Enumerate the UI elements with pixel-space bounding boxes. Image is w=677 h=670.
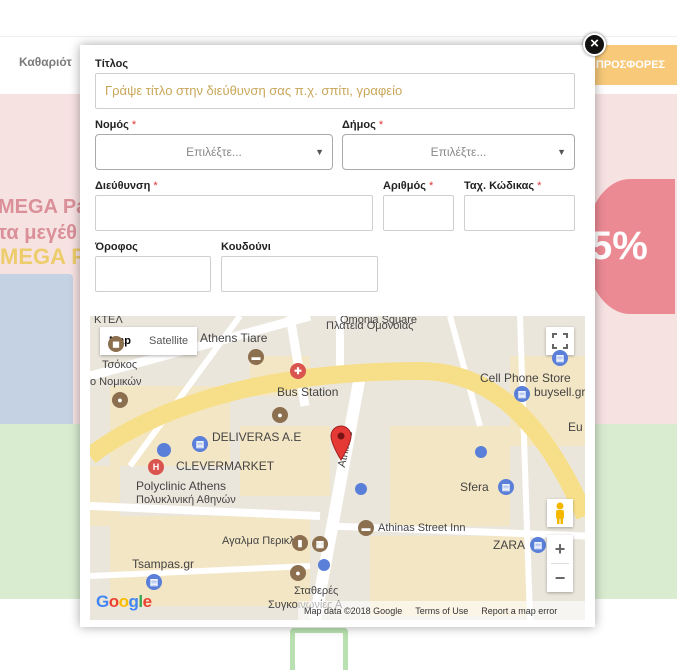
zoom-out-button[interactable]: − [547, 564, 573, 592]
google-logo: Google [96, 592, 152, 611]
hotel-icon: ▬ [248, 349, 264, 365]
floor-input[interactable] [95, 256, 211, 292]
shop-icon: ◼ [108, 336, 124, 352]
zip-label: Ταχ. Κώδικας * [464, 180, 541, 192]
title-label: Τίτλος [95, 58, 129, 70]
place-icon: ● [290, 565, 306, 581]
required-mark: * [428, 180, 434, 192]
number-label: Αριθμός * [383, 180, 433, 192]
shopping-icon: ▤ [146, 574, 162, 590]
number-label-text: Αριθμός [383, 180, 426, 192]
map-label-eu: Eu [568, 420, 583, 434]
map-label-agalma: Αγαλμα Περικλή [222, 535, 301, 547]
location-marker-icon[interactable] [330, 425, 352, 461]
title-input[interactable]: Γράψε τίτλο στην διεύθυνση σας π.χ. σπίτ… [95, 73, 575, 109]
municipality-select-value: Επιλέξτε... [430, 145, 487, 159]
required-mark: * [378, 119, 384, 131]
pegman-icon [556, 502, 564, 524]
prefecture-label: Νομός * [95, 119, 136, 131]
zip-input[interactable] [464, 195, 575, 231]
map-label-tsokos: Τσόκος [102, 359, 138, 371]
place-icon: ● [272, 407, 288, 423]
dropdown-arrow-icon: ▼ [557, 147, 566, 157]
discount-percent: 5% [590, 224, 648, 268]
museum-icon: ▦ [312, 536, 328, 552]
hospital-icon: H [148, 459, 164, 475]
map-streets [90, 316, 585, 620]
address-label: Διεύθυνση * [95, 180, 158, 192]
address-input[interactable] [95, 195, 373, 231]
required-mark: * [131, 119, 137, 131]
prefecture-select[interactable]: Επιλέξτε... ▼ [95, 134, 333, 170]
zoom-in-button[interactable]: + [547, 535, 573, 563]
map-label-polyclinic-1: Polyclinic Athens [136, 479, 227, 493]
doorbell-input[interactable] [221, 256, 378, 292]
map-label-cell-phone-store: Cell Phone Store [480, 371, 571, 385]
map-footer: Map data ©2018 Google Terms of Use Repor… [298, 601, 585, 620]
prefecture-label-text: Νομός [95, 119, 129, 131]
terms-of-use-link[interactable]: Terms of Use [415, 606, 468, 616]
google-map[interactable]: Map Satellite ΚΤΕΛ Omonia Square Πλατεία… [90, 316, 585, 620]
map-label-polyclinic-2: Πολυκλινική Αθηνών [136, 494, 236, 506]
report-map-error-link[interactable]: Report a map error [481, 606, 557, 616]
street-view-pegman-button[interactable] [547, 499, 573, 527]
bus-station-icon: ✚ [290, 363, 306, 379]
shopping-icon [157, 443, 171, 457]
doorbell-label: Κουδούνι [221, 241, 271, 253]
close-icon[interactable]: × [583, 33, 606, 56]
map-label-ktel: ΚΤΕΛ [94, 316, 123, 326]
shopping-icon: ▤ [530, 537, 546, 553]
map-label-zara: ZARA [493, 538, 526, 552]
shopping-icon: ▤ [552, 350, 568, 366]
address-label-text: Διεύθυνση [95, 180, 151, 192]
map-type-satellite[interactable]: Satellite [140, 327, 197, 355]
place-icon: ● [112, 392, 128, 408]
address-modal: Τίτλος Γράψε τίτλο στην διεύθυνση σας π.… [80, 45, 595, 627]
map-label-omonia-2: Πλατεία Ομονοίας [326, 320, 414, 332]
hotel-icon: ▬ [358, 520, 374, 536]
floor-label: Όροφος [95, 241, 138, 253]
cart-icon [290, 628, 348, 670]
municipality-label-text: Δήμος [342, 119, 376, 131]
map-data-attribution: Map data ©2018 Google [304, 605, 403, 616]
transit-icon [355, 483, 367, 495]
map-label-bus-station: Bus Station [277, 385, 339, 399]
nav-item-cleaning[interactable]: Καθαριότ [19, 55, 72, 69]
dropdown-arrow-icon: ▼ [315, 147, 324, 157]
required-mark: * [153, 180, 158, 192]
map-label-tsampas: Tsampas.gr [132, 557, 195, 571]
shopping-icon: ▤ [192, 436, 208, 452]
transit-icon [475, 446, 487, 458]
map-label-deliveras: DELIVERAS A.E [212, 430, 302, 444]
map-label-clevermarket: CLEVERMARKET [176, 459, 275, 473]
municipality-select[interactable]: Επιλέξτε... ▼ [342, 134, 575, 170]
shopping-icon: ▤ [514, 386, 530, 402]
zoom-control: + − [547, 535, 573, 592]
map-label-athinas-inn: Athinas Street Inn [378, 522, 466, 534]
map-label-sfera: Sfera [460, 480, 489, 494]
zip-label-text: Ταχ. Κώδικας [464, 180, 535, 192]
map-label-athens-tiare: Athens Tiare [200, 331, 268, 345]
number-input[interactable] [383, 195, 454, 231]
map-label-nomikon: ο Νομικών [90, 376, 142, 388]
transit-icon [318, 559, 330, 571]
municipality-label: Δήμος * [342, 119, 383, 131]
required-mark: * [537, 180, 542, 192]
map-label-stathmos-1: Σταθερές [294, 585, 339, 597]
monument-icon: ▮ [292, 535, 308, 551]
map-label-buysell: buysell.gr [534, 385, 585, 399]
prefecture-select-value: Επιλέξτε... [186, 145, 242, 159]
shopping-icon: ▤ [498, 479, 514, 495]
